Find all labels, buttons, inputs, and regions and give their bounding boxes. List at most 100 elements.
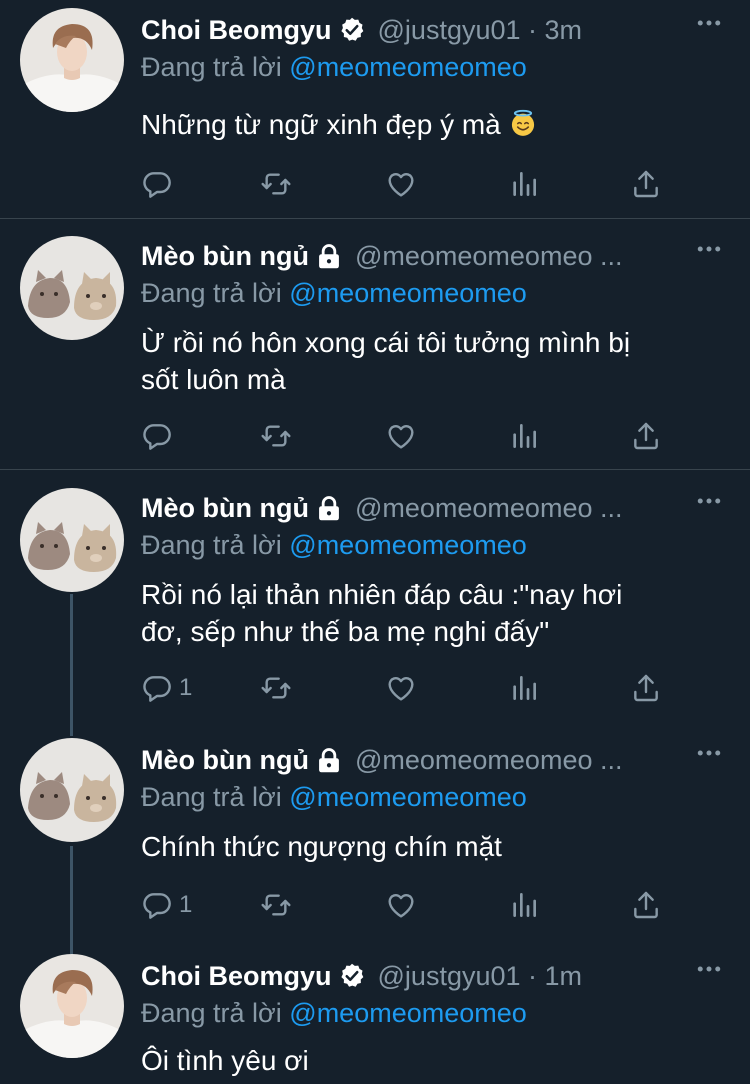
retweet-button[interactable]: [260, 167, 292, 201]
mention-link[interactable]: @meomeomeomeo: [289, 998, 527, 1028]
avatar[interactable]: [20, 954, 124, 1058]
reply-button[interactable]: 1: [141, 888, 192, 922]
retweet-button[interactable]: [260, 419, 292, 453]
avatar[interactable]: [20, 738, 124, 842]
tweet-text: Ừ rồi nó hôn xong cái tôi tưởng mình bị …: [141, 324, 701, 398]
replying-to: Đang trả lời @meomeomeomeo: [141, 530, 527, 561]
mention-link[interactable]: @meomeomeomeo: [289, 278, 527, 308]
like-icon: [385, 889, 417, 921]
reply-count: 1: [179, 891, 193, 918]
like-button[interactable]: [385, 888, 417, 922]
reply-count: 1: [179, 674, 193, 701]
mention-link[interactable]: @meomeomeomeo: [289, 782, 527, 812]
display-name[interactable]: Choi Beomgyu: [141, 15, 332, 46]
like-button[interactable]: [385, 419, 417, 453]
more-icon[interactable]: [694, 954, 724, 984]
handle-and-time[interactable]: @meomeomeomeo ...: [355, 493, 623, 524]
reply-button[interactable]: [141, 167, 179, 201]
like-button[interactable]: [385, 167, 417, 201]
analytics-button[interactable]: [508, 419, 540, 453]
replying-to: Đang trả lời @meomeomeomeo: [141, 52, 527, 83]
tweet-text-line: sốt luôn mà: [141, 364, 286, 395]
reply-icon: [141, 168, 173, 200]
halo-smile-emoji-icon: [509, 109, 537, 137]
analytics-icon: [508, 420, 540, 452]
handle-and-time[interactable]: @justgyu01 · 3m: [378, 15, 583, 46]
lock-badge-icon: [315, 494, 343, 522]
tweet[interactable]: Mèo bùn ngủ @meomeomeomeo ... Đang trả l…: [0, 226, 750, 469]
tweet-actions: 1: [141, 888, 681, 922]
handle-and-time[interactable]: @meomeomeomeo ...: [355, 241, 623, 272]
avatar[interactable]: [20, 236, 124, 340]
share-button[interactable]: [630, 419, 662, 453]
tweet-separator: [0, 218, 750, 219]
replying-to: Đang trả lời @meomeomeomeo: [141, 782, 527, 813]
tweet[interactable]: Choi Beomgyu @justgyu01 · 3m Đang trả lờ…: [0, 0, 750, 218]
like-icon: [385, 420, 417, 452]
share-icon: [630, 889, 662, 921]
share-icon: [630, 420, 662, 452]
reply-button[interactable]: [141, 419, 179, 453]
lock-badge-icon: [315, 746, 343, 774]
tweet-header: Choi Beomgyu @justgyu01 · 1m: [141, 958, 582, 994]
display-name[interactable]: Mèo bùn ngủ: [141, 745, 309, 776]
retweet-icon: [260, 420, 292, 452]
more-icon[interactable]: [694, 738, 724, 768]
tweet-text-line: Rồi nó lại thản nhiên đáp câu :"nay hơi: [141, 579, 623, 610]
tweet-text: Rồi nó lại thản nhiên đáp câu :"nay hơi …: [141, 576, 701, 650]
handle-and-time[interactable]: @meomeomeomeo ...: [355, 745, 623, 776]
reply-icon: [141, 672, 173, 704]
like-icon: [385, 168, 417, 200]
avatar[interactable]: [20, 488, 124, 592]
share-button[interactable]: [630, 888, 662, 922]
share-icon: [630, 168, 662, 200]
lock-badge-icon: [315, 242, 343, 270]
reply-icon: [141, 889, 173, 921]
retweet-icon: [260, 672, 292, 704]
tweet-text-line: đơ, sếp như thế ba mẹ nghi đấy": [141, 616, 550, 647]
tweet-header: Mèo bùn ngủ @meomeomeomeo ...: [141, 490, 622, 526]
display-name[interactable]: Mèo bùn ngủ: [141, 241, 309, 272]
analytics-button[interactable]: [508, 888, 540, 922]
retweet-button[interactable]: [260, 671, 292, 705]
reply-prefix: Đang trả lời: [141, 278, 282, 308]
tweet-text: Ôi tình yêu ơi: [141, 1042, 701, 1079]
share-button[interactable]: [630, 671, 662, 705]
display-name[interactable]: Choi Beomgyu: [141, 961, 332, 992]
share-button[interactable]: [630, 167, 662, 201]
reply-prefix: Đang trả lời: [141, 782, 282, 812]
mention-link[interactable]: @meomeomeomeo: [289, 52, 527, 82]
tweet-header: Mèo bùn ngủ @meomeomeomeo ...: [141, 238, 622, 274]
verified-badge-icon: [338, 962, 366, 990]
tweet-text-line: Ừ rồi nó hôn xong cái tôi tưởng mình bị: [141, 327, 631, 358]
more-icon[interactable]: [694, 234, 724, 264]
more-icon[interactable]: [694, 486, 724, 516]
handle-and-time[interactable]: @justgyu01 · 1m: [378, 961, 583, 992]
avatar[interactable]: [20, 8, 124, 112]
tweet-header: Choi Beomgyu @justgyu01 · 3m: [141, 12, 582, 48]
replying-to: Đang trả lời @meomeomeomeo: [141, 998, 527, 1029]
tweet[interactable]: Choi Beomgyu @justgyu01 · 1m Đang trả lờ…: [0, 946, 750, 1084]
analytics-button[interactable]: [508, 167, 540, 201]
more-icon[interactable]: [694, 8, 724, 38]
tweet-separator: [0, 469, 750, 470]
tweet[interactable]: Mèo bùn ngủ @meomeomeomeo ... Đang trả l…: [0, 478, 750, 730]
retweet-button[interactable]: [260, 888, 292, 922]
mention-link[interactable]: @meomeomeomeo: [289, 530, 527, 560]
like-button[interactable]: [385, 671, 417, 705]
tweet-text-line: Ôi tình yêu ơi: [141, 1045, 309, 1076]
reply-prefix: Đang trả lời: [141, 530, 282, 560]
display-name[interactable]: Mèo bùn ngủ: [141, 493, 309, 524]
like-icon: [385, 672, 417, 704]
tweet-text-line: Chính thức ngượng chín mặt: [141, 831, 502, 862]
tweet-actions: [141, 419, 681, 453]
tweet[interactable]: Mèo bùn ngủ @meomeomeomeo ... Đang trả l…: [0, 730, 750, 946]
tweet-text: Chính thức ngượng chín mặt: [141, 828, 701, 865]
reply-prefix: Đang trả lời: [141, 998, 282, 1028]
reply-button[interactable]: 1: [141, 671, 192, 705]
retweet-icon: [260, 889, 292, 921]
analytics-button[interactable]: [508, 671, 540, 705]
share-icon: [630, 672, 662, 704]
retweet-icon: [260, 168, 292, 200]
tweet-text: Những từ ngữ xinh đẹp ý mà: [141, 106, 701, 143]
